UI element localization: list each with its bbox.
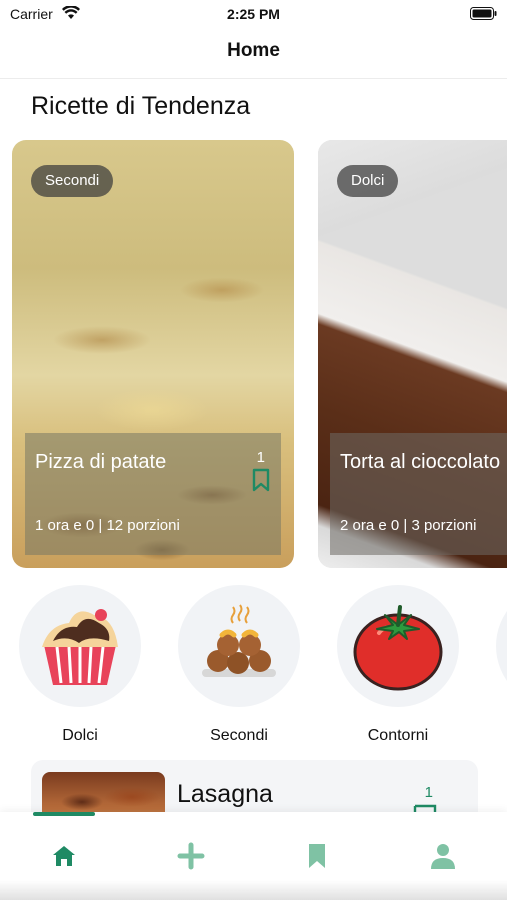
user-icon[interactable] <box>429 842 457 870</box>
active-tab-indicator <box>33 812 95 816</box>
category-pill: Secondi <box>31 165 114 197</box>
card-title: Torta al cioccolato <box>340 451 501 473</box>
status-bar: Carrier 2:25 PM <box>0 0 507 30</box>
card-meta: 1 ora e 0 | 12 porzioni <box>35 517 180 534</box>
trending-recipe-card[interactable]: Secondi Pizza di patate 1 1 ora e 0 | 12… <box>12 140 294 568</box>
clock: 2:25 PM <box>227 6 280 22</box>
save-count: 1 <box>424 784 433 801</box>
tomato-icon <box>353 605 443 691</box>
cupcake-icon <box>42 609 118 685</box>
save-count: 1 <box>256 449 265 466</box>
category-circle <box>19 585 141 707</box>
category-label: Contorni <box>367 727 429 744</box>
recipe-title: Lasagna <box>177 780 273 808</box>
home-indicator-shadow <box>0 880 507 900</box>
card-title: Pizza di patate <box>35 451 167 473</box>
battery-icon <box>470 7 497 20</box>
bookmark-icon[interactable] <box>303 842 331 870</box>
card-meta: 2 ora e 0 | 3 porzioni <box>340 517 477 534</box>
meatballs-icon <box>202 604 276 677</box>
app-screen: Carrier 2:25 PM Home Ricette di Tendenza… <box>0 0 507 900</box>
category-circle <box>178 585 300 707</box>
trending-section-title: Ricette di Tendenza <box>31 92 251 120</box>
plus-icon[interactable] <box>177 842 205 870</box>
category-label: Dolci <box>62 727 98 744</box>
card-info-overlay: Torta al cioccolato 2 ora e 0 | 3 porzio… <box>330 433 507 555</box>
category-dolci[interactable]: Dolci <box>19 585 141 745</box>
category-secondi[interactable]: Secondi <box>178 585 300 745</box>
page-title: Home <box>227 40 280 61</box>
category-circle <box>337 585 459 707</box>
home-icon[interactable] <box>50 842 78 870</box>
trending-recipe-card[interactable]: Dolci Torta al cioccolato 2 ora e 0 | 3 … <box>318 140 507 568</box>
category-contorni[interactable]: Contorni <box>337 585 459 745</box>
category-label: Secondi <box>210 727 268 744</box>
category-pill: Dolci <box>337 165 399 197</box>
card-info-overlay: Pizza di patate 1 1 ora e 0 | 12 porzion… <box>25 433 281 555</box>
category-circle <box>496 585 507 707</box>
category-more[interactable] <box>496 585 507 707</box>
nav-divider <box>0 78 507 79</box>
bookmark-icon[interactable] <box>251 468 271 492</box>
